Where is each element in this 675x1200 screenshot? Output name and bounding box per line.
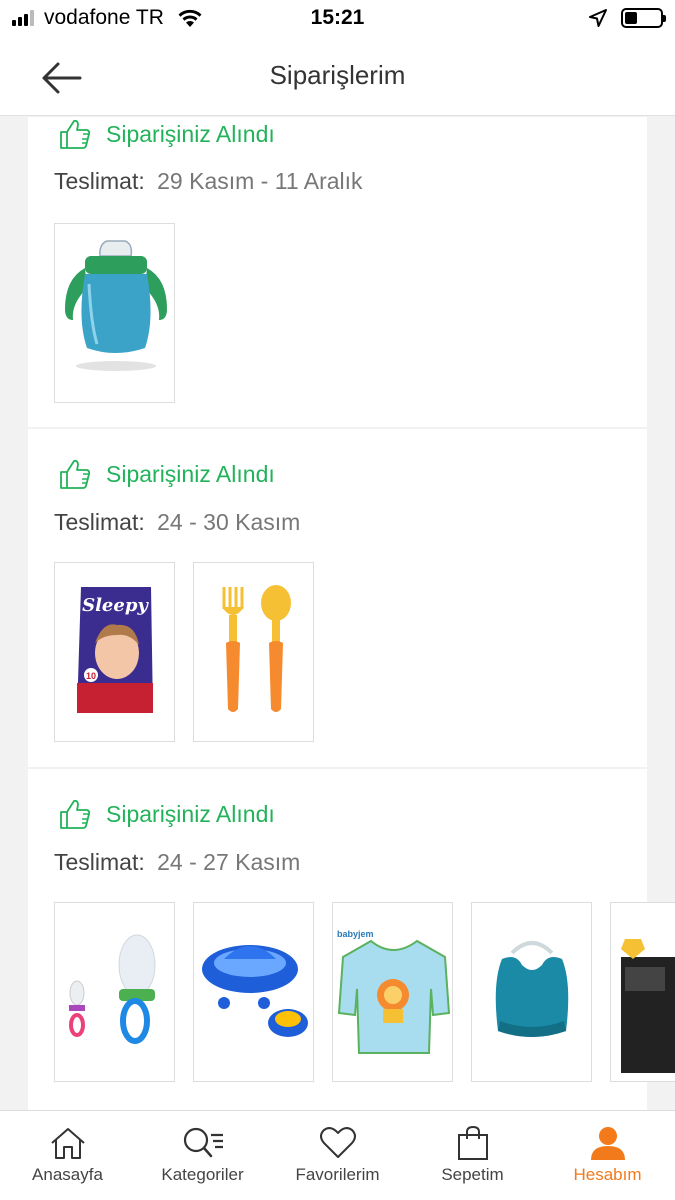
- thumbs-up-icon: [60, 119, 91, 149]
- product-thumbnail-gyro-bowl[interactable]: [193, 902, 314, 1082]
- tab-cart[interactable]: Sepetim: [405, 1111, 540, 1200]
- product-thumbnail-diaper-pack[interactable]: Sleepy 10: [54, 562, 175, 742]
- product-thumbnail-sippy-cup[interactable]: [54, 223, 175, 403]
- order-status: Siparişiniz Alındı: [58, 117, 275, 151]
- product-thumbnail-baby-cutlery[interactable]: [193, 562, 314, 742]
- order-card[interactable]: Siparişiniz Alındı Teslimat: 24 - 30 Kas…: [28, 429, 647, 767]
- thumbs-up-icon: [60, 799, 91, 829]
- tab-categories[interactable]: Kategoriler: [135, 1111, 270, 1200]
- product-thumbnails: [54, 223, 175, 403]
- order-status-text: Siparişiniz Alındı: [106, 120, 275, 147]
- delivery-info: Teslimat: 24 - 30 Kasım: [54, 509, 300, 536]
- product-thumbnails: Sleepy 10: [54, 562, 314, 742]
- order-status-text: Siparişiniz Alındı: [106, 460, 275, 487]
- category-search-icon: [183, 1127, 223, 1158]
- tab-account-label: Hesabım: [573, 1165, 642, 1184]
- battery-icon: [621, 8, 666, 28]
- user-icon: [590, 1127, 625, 1160]
- delivery-info: Teslimat: 29 Kasım - 11 Aralık: [54, 168, 363, 195]
- shopping-bag-icon: [457, 1125, 488, 1160]
- home-icon: [50, 1128, 85, 1159]
- order-status-text: Siparişiniz Alındı: [106, 800, 275, 827]
- delivery-date: 24 - 27 Kasım: [157, 849, 301, 875]
- thumbs-up-icon: [60, 459, 91, 489]
- nav-bar: Siparişlerim: [0, 40, 675, 116]
- tab-account[interactable]: Hesabım: [540, 1111, 675, 1200]
- product-thumbnail-partial[interactable]: [610, 902, 675, 1082]
- delivery-info: Teslimat: 24 - 27 Kasım: [54, 849, 300, 876]
- order-status: Siparişiniz Alındı: [58, 457, 275, 491]
- delivery-label: Teslimat:: [54, 168, 145, 194]
- tab-cart-label: Sepetim: [441, 1165, 504, 1184]
- product-thumbnail-silicone-bib[interactable]: [471, 902, 592, 1082]
- status-bar: vodafone TR 15:21: [0, 0, 675, 40]
- delivery-date: 24 - 30 Kasım: [157, 509, 301, 535]
- orders-list: Siparişiniz Alındı Teslimat: 29 Kasım - …: [0, 117, 675, 1110]
- order-card[interactable]: Siparişiniz Alındı Teslimat: 29 Kasım - …: [28, 117, 647, 427]
- diaper-brand-text: Sleepy: [82, 595, 149, 616]
- order-card[interactable]: Siparişiniz Alındı Teslimat: 24 - 27 Kas…: [28, 769, 675, 1110]
- delivery-label: Teslimat:: [54, 849, 145, 875]
- product-thumbnail-fruit-feeder[interactable]: [54, 902, 175, 1082]
- clock: 15:21: [310, 6, 365, 29]
- order-status: Siparişiniz Alındı: [58, 797, 275, 831]
- heart-icon: [319, 1127, 356, 1158]
- location-arrow-icon: [589, 9, 607, 27]
- tab-categories-label: Kategoriler: [161, 1165, 244, 1184]
- bottom-tab-bar: Anasayfa Kategoriler Favorilerim Sepetim…: [0, 1110, 675, 1200]
- status-right: [589, 8, 666, 28]
- product-thumbnail-baby-bib-sleeved[interactable]: babyjem: [332, 902, 453, 1082]
- tab-favorites[interactable]: Favorilerim: [270, 1111, 405, 1200]
- delivery-label: Teslimat:: [54, 509, 145, 535]
- delivery-date: 29 Kasım - 11 Aralık: [157, 168, 363, 194]
- product-thumbnails: babyjem: [54, 902, 675, 1082]
- page-title: Siparişlerim: [269, 60, 406, 90]
- bib-brand-text: babyjem: [337, 929, 374, 939]
- tab-favorites-label: Favorilerim: [295, 1165, 380, 1184]
- diaper-count-text: 10: [86, 671, 96, 681]
- tab-home[interactable]: Anasayfa: [0, 1111, 135, 1200]
- tab-home-label: Anasayfa: [32, 1165, 103, 1184]
